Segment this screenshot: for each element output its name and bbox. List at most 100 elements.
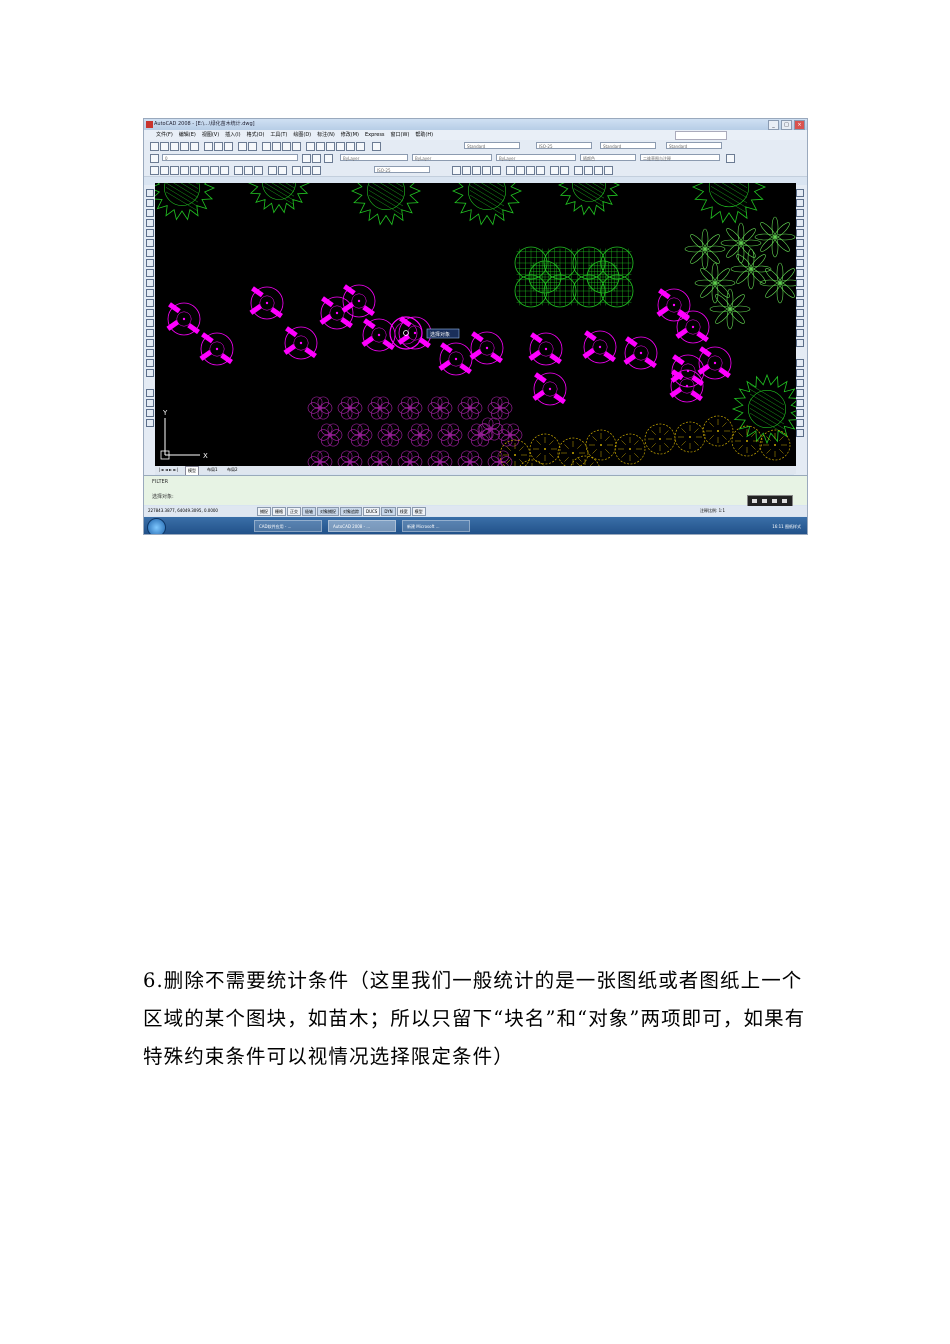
lineweight-combo[interactable]: ByLayer xyxy=(496,154,576,161)
baseline-icon[interactable] xyxy=(244,166,253,175)
tab-layout2[interactable]: 布局2 xyxy=(225,466,240,474)
draw-ellipse-icon[interactable] xyxy=(146,279,154,287)
copy-icon[interactable] xyxy=(214,142,223,151)
modify-chamfer-icon[interactable] xyxy=(796,319,804,327)
dim-edit-icon[interactable] xyxy=(292,166,301,175)
mleader-style-combo[interactable]: Standard xyxy=(666,142,722,149)
draw-table-icon[interactable] xyxy=(146,359,154,367)
distance-icon[interactable] xyxy=(146,399,154,407)
block-icon[interactable] xyxy=(584,166,593,175)
properties-icon[interactable] xyxy=(306,142,315,151)
zoom-icon[interactable] xyxy=(272,142,281,151)
zoom-window-icon[interactable] xyxy=(282,142,291,151)
rotate-icon[interactable] xyxy=(536,166,545,175)
osnap-toggle[interactable]: 对象捕捉 xyxy=(317,507,339,516)
area-icon[interactable] xyxy=(146,409,154,417)
undo-icon[interactable] xyxy=(238,142,247,151)
command-prompt[interactable]: 选择对象: xyxy=(152,493,174,500)
draw-ellipse-arc-icon[interactable] xyxy=(146,289,154,297)
modify-erase-icon[interactable] xyxy=(796,189,804,197)
plot-style-combo[interactable]: 随颜色 xyxy=(580,154,636,161)
modify-move-icon[interactable] xyxy=(796,239,804,247)
table-icon[interactable] xyxy=(594,166,603,175)
modify-trim-icon[interactable] xyxy=(796,279,804,287)
text-icon[interactable] xyxy=(550,166,559,175)
new-icon[interactable] xyxy=(150,142,159,151)
table-style-combo[interactable]: Standard xyxy=(600,142,656,149)
draw-line-icon[interactable] xyxy=(146,189,154,197)
tool-palettes-icon[interactable] xyxy=(326,142,335,151)
line-icon[interactable] xyxy=(452,166,461,175)
draworder-icon[interactable] xyxy=(796,359,804,367)
draw-arc-icon[interactable] xyxy=(146,239,154,247)
layer-combo[interactable]: 0 xyxy=(162,154,298,161)
offset-icon[interactable] xyxy=(516,166,525,175)
diameter-icon[interactable] xyxy=(210,166,219,175)
dim-update-icon[interactable] xyxy=(312,166,321,175)
quick-dim-icon[interactable] xyxy=(234,166,243,175)
make-block-icon[interactable] xyxy=(146,309,154,317)
list-icon[interactable] xyxy=(146,419,154,427)
draw-xline-icon[interactable] xyxy=(146,199,154,207)
redo-icon[interactable] xyxy=(248,142,257,151)
paste-icon[interactable] xyxy=(224,142,233,151)
aligned-dim-icon[interactable] xyxy=(160,166,169,175)
modify-join-icon[interactable] xyxy=(796,309,804,317)
markup-icon[interactable] xyxy=(346,142,355,151)
close-button[interactable]: × xyxy=(794,120,805,130)
linetype-combo[interactable]: ByLayer xyxy=(412,154,492,161)
draw-pline-icon[interactable] xyxy=(146,209,154,217)
help-search-input[interactable] xyxy=(675,131,727,140)
grid-toggle[interactable]: 栅格 xyxy=(272,507,286,516)
selected-block[interactable] xyxy=(697,346,732,380)
selected-block[interactable] xyxy=(341,284,376,318)
menu-dimension[interactable]: 标注(N) xyxy=(317,130,335,140)
draw-hatch-icon[interactable] xyxy=(146,329,154,337)
ordinate-icon[interactable] xyxy=(180,166,189,175)
menu-modify[interactable]: 修改(M) xyxy=(341,130,359,140)
selected-block[interactable] xyxy=(166,302,201,336)
continue-icon[interactable] xyxy=(254,166,263,175)
menu-window[interactable]: 窗口(W) xyxy=(391,130,410,140)
draw-gradient-icon[interactable] xyxy=(146,339,154,347)
insert-block-icon[interactable] xyxy=(146,299,154,307)
preview-icon[interactable] xyxy=(190,142,199,151)
menu-draw[interactable]: 绘图(D) xyxy=(293,130,311,140)
selected-block[interactable] xyxy=(582,330,617,364)
selected-block[interactable] xyxy=(528,332,563,366)
taskbar-item-word[interactable]: 新建 Microsoft ... xyxy=(402,520,470,532)
draw-rectangle-icon[interactable] xyxy=(146,229,154,237)
tab-layout1[interactable]: 布局1 xyxy=(205,466,220,474)
layer-manager-icon[interactable] xyxy=(150,154,159,163)
inquiry-icon[interactable] xyxy=(146,389,154,397)
modify-offset-icon[interactable] xyxy=(796,219,804,227)
match-prop-icon[interactable] xyxy=(560,166,569,175)
draw-polygon-icon[interactable] xyxy=(146,219,154,227)
draw-circle-icon[interactable] xyxy=(146,249,154,257)
snap-toggle[interactable]: 捕捉 xyxy=(257,507,271,516)
menu-tools[interactable]: 工具(T) xyxy=(270,130,287,140)
polar-toggle[interactable]: 极轴 xyxy=(302,507,316,516)
menu-view[interactable]: 视图(V) xyxy=(202,130,219,140)
draworder-back-icon[interactable] xyxy=(796,379,804,387)
start-button[interactable] xyxy=(147,518,166,534)
open-icon[interactable] xyxy=(160,142,169,151)
construction-line-icon[interactable] xyxy=(472,166,481,175)
print-icon[interactable] xyxy=(180,142,189,151)
selected-block[interactable] xyxy=(675,310,710,344)
sheet-set-icon[interactable] xyxy=(336,142,345,151)
dim-style-combo[interactable]: ISO-25 xyxy=(536,142,592,149)
command-window[interactable]: FILTER 选择对象: xyxy=(144,475,807,505)
modify-array-icon[interactable] xyxy=(796,229,804,237)
design-center-icon[interactable] xyxy=(316,142,325,151)
polyline-icon[interactable] xyxy=(462,166,471,175)
modify-mirror-icon[interactable] xyxy=(796,209,804,217)
draworder-front-icon[interactable] xyxy=(796,369,804,377)
save-icon[interactable] xyxy=(170,142,179,151)
taskbar-item-cad-doc[interactable]: CAD软件应用 - ... xyxy=(254,520,322,532)
modify-fillet-icon[interactable] xyxy=(796,329,804,337)
modify-scale-icon[interactable] xyxy=(796,259,804,267)
taskbar-item-autocad[interactable]: AutoCAD 2008 - ... xyxy=(328,520,396,532)
color-combo[interactable]: ByLayer xyxy=(340,154,408,161)
draw-spline-icon[interactable] xyxy=(146,269,154,277)
